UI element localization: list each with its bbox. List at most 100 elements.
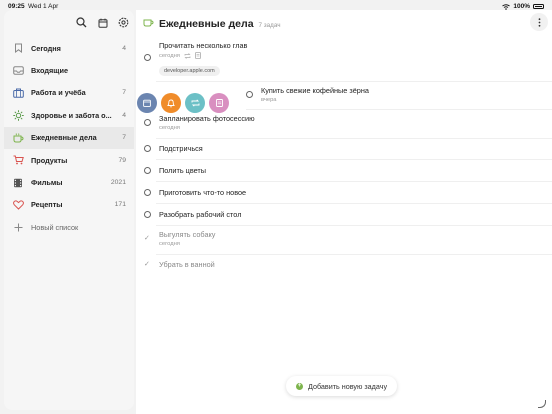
sidebar-item-label: Сегодня [31, 43, 61, 53]
sidebar-item-work[interactable]: Работа и учёба 7 [4, 82, 134, 104]
note-icon [195, 52, 201, 59]
status-time: 09:25 [8, 3, 25, 10]
task-meta: сегодня [159, 241, 215, 247]
sidebar-item-groceries[interactable]: Продукты 79 [4, 149, 134, 171]
checkmark-icon[interactable]: ✓ [144, 235, 151, 242]
swipe-repeat-button[interactable] [185, 93, 205, 113]
new-list-button[interactable]: Новый список [4, 216, 134, 238]
repeat-icon [191, 99, 199, 107]
wifi-icon [502, 3, 511, 10]
task-content: Убрать в ванной [159, 260, 215, 269]
task-checkbox[interactable] [144, 119, 151, 126]
task-title: Запланировать фотосессию [159, 114, 255, 123]
task-row[interactable]: Запланировать фотосессию сегодня [144, 114, 255, 131]
task-content: Полить цветы [159, 166, 206, 175]
sidebar: Сегодня 4 Входящие Работа и учёба 7 Здор… [4, 10, 134, 410]
task-row[interactable]: Купить свежие кофейные зёрна вчера [246, 86, 369, 103]
sidebar-item-today[interactable]: Сегодня 4 [4, 37, 134, 59]
divider [156, 138, 552, 139]
sidebar-toolbar [75, 16, 130, 29]
status-date: Wed 1 Apr [28, 3, 59, 10]
link-chip[interactable]: developer.apple.com [159, 66, 220, 76]
calendar-icon [143, 99, 151, 107]
battery-percent: 100% [513, 3, 530, 10]
task-content: Подстричься [159, 144, 203, 153]
main-panel: Ежедневные дела 7 задач Прочитать нескол… [136, 10, 552, 414]
task-row[interactable]: Подстричься [144, 144, 203, 153]
sidebar-item-label: Ежедневные дела [31, 133, 97, 143]
task-checkbox[interactable] [144, 211, 151, 218]
more-button[interactable] [530, 13, 548, 31]
add-task-button[interactable]: + Добавить новую задачу [286, 376, 398, 396]
bookmark-icon [12, 42, 24, 54]
search-icon [76, 17, 87, 28]
task-title: Разобрать рабочий стол [159, 210, 242, 219]
swipe-note-button[interactable] [209, 93, 229, 113]
swipe-actions [137, 93, 229, 113]
task-title: Прочитать несколько глав [159, 41, 248, 50]
sidebar-item-inbox[interactable]: Входящие [4, 59, 134, 81]
task-date: сегодня [159, 241, 180, 247]
cup-icon [143, 19, 154, 27]
sidebar-item-count: 2021 [110, 179, 126, 187]
search-button[interactable] [75, 16, 88, 29]
swipe-reminder-button[interactable] [161, 93, 181, 113]
sidebar-item-label: Рецепты [31, 200, 63, 210]
divider [156, 159, 552, 160]
checkmark-icon[interactable]: ✓ [144, 261, 151, 268]
task-title: Полить цветы [159, 166, 207, 175]
bell-icon [167, 99, 175, 107]
more-vertical-icon [538, 17, 540, 27]
plus-icon [12, 221, 24, 233]
sidebar-item-label: Фильмы [31, 178, 63, 188]
task-content: Купить свежие кофейные зёрна вчера [261, 86, 369, 103]
task-meta: сегодня [159, 125, 255, 131]
sidebar-item-daily[interactable]: Ежедневные дела 7 [4, 126, 134, 149]
divider [156, 181, 552, 182]
calendar-button[interactable] [96, 16, 109, 29]
task-checkbox[interactable] [144, 145, 151, 152]
sidebar-item-count: 4 [122, 111, 126, 119]
task-content: Выгулять собаку сегодня [159, 230, 215, 247]
sidebar-item-label: Входящие [31, 66, 69, 76]
settings-button[interactable] [117, 16, 130, 29]
film-icon [12, 177, 24, 189]
sidebar-item-recipes[interactable]: Рецепты 171 [4, 194, 134, 216]
battery-icon [533, 4, 544, 9]
cart-icon [12, 154, 24, 166]
divider [156, 81, 552, 82]
swipe-calendar-button[interactable] [137, 93, 157, 113]
sidebar-item-label: Продукты [31, 155, 68, 165]
calendar-icon [98, 18, 107, 28]
task-row[interactable]: Разобрать рабочий стол [144, 210, 241, 219]
task-checkbox[interactable] [144, 189, 151, 196]
sun-icon [12, 109, 24, 121]
sidebar-item-label: Работа и учёба [31, 88, 86, 98]
task-meta: сегодня [159, 52, 247, 59]
gear-icon [118, 17, 129, 28]
task-row[interactable]: Прочитать несколько глав сегодня develop… [144, 41, 247, 77]
task-title: Выгулять собаку [159, 230, 216, 239]
sidebar-item-movies[interactable]: Фильмы 2021 [4, 171, 134, 193]
sidebar-item-count: 4 [122, 44, 126, 52]
task-row[interactable]: Приготовить что-то новое [144, 188, 246, 197]
page-title: Ежедневные дела [159, 18, 254, 30]
task-row-completed[interactable]: ✓ Выгулять собаку сегодня [144, 230, 215, 247]
sidebar-item-health[interactable]: Здоровье и забота о... 4 [4, 104, 134, 126]
task-checkbox[interactable] [144, 54, 151, 61]
heart-icon [12, 199, 24, 211]
divider [156, 203, 552, 204]
task-title: Купить свежие кофейные зёрна [261, 86, 369, 95]
task-checkbox[interactable] [246, 91, 253, 98]
task-row[interactable]: Полить цветы [144, 166, 206, 175]
task-row-completed[interactable]: ✓ Убрать в ванной [144, 260, 215, 269]
task-checkbox[interactable] [144, 167, 151, 174]
repeat-icon [184, 52, 191, 59]
task-date: вчера [261, 97, 277, 103]
task-title: Подстричься [159, 144, 203, 153]
sidebar-item-count: 7 [122, 89, 126, 97]
sidebar-item-count: 79 [118, 156, 126, 164]
cup-icon [12, 132, 24, 144]
note-icon [215, 99, 223, 107]
plus-icon: + [296, 382, 303, 390]
